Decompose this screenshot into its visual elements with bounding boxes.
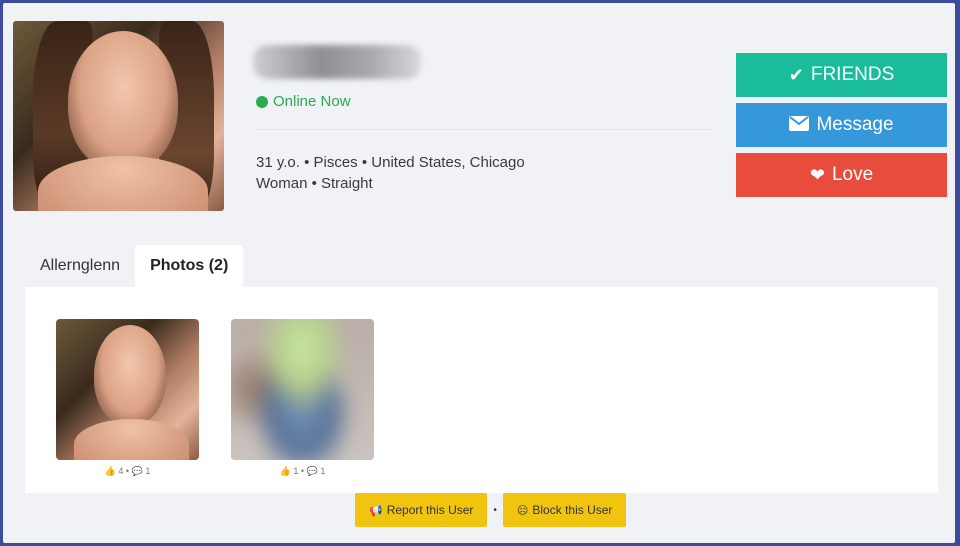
status-dot-icon	[256, 95, 268, 108]
block-user-button[interactable]: ☹ Block this User	[502, 493, 627, 527]
tab-photos[interactable]: Photos (2)	[135, 245, 244, 287]
love-button[interactable]: ❤ Love	[736, 153, 947, 197]
report-user-label: Report this User	[386, 503, 474, 517]
check-icon: ✔	[788, 64, 804, 85]
username-blurred	[253, 45, 421, 79]
block-user-label: Block this User	[532, 503, 613, 517]
action-buttons: ✔ FRIENDS Message ❤ Love	[736, 53, 947, 203]
photo-comments: 1	[320, 466, 326, 476]
message-button[interactable]: Message	[736, 103, 947, 147]
photos-panel: 👍 4 • 💬 1 👍 1 • 💬 1	[25, 287, 938, 493]
photo-likes: 4	[118, 466, 124, 476]
tab-photos-label: Photos (2)	[150, 257, 229, 274]
message-label: Message	[816, 114, 894, 135]
profile-info: 31 y.o. • Pisces • United States, Chicag…	[256, 152, 525, 194]
online-status-label: Online Now	[273, 93, 351, 110]
friends-label: FRIENDS	[810, 64, 895, 85]
profile-avatar[interactable]	[13, 21, 224, 211]
photo-thumbnail-blurred[interactable]	[231, 319, 374, 460]
photo-meta: 👍 1 • 💬 1	[231, 466, 374, 477]
footer-separator: •	[493, 504, 497, 516]
photo-face	[94, 325, 166, 425]
photo-item: 👍 1 • 💬 1	[231, 319, 374, 477]
comment-icon: 💬	[131, 466, 143, 476]
envelope-icon	[789, 115, 810, 136]
avatar-face	[68, 31, 178, 171]
profile-info-line2: Woman • Straight	[256, 175, 373, 192]
tab-about[interactable]: Allernglenn	[25, 245, 135, 287]
frown-icon: ☹	[516, 504, 529, 517]
online-status: Online Now	[256, 93, 351, 110]
photo-comments: 1	[145, 466, 151, 476]
love-label: Love	[831, 164, 874, 185]
photo-thumbnail[interactable]	[56, 319, 199, 460]
heart-icon: ❤	[809, 164, 825, 185]
photo-likes: 1	[293, 466, 299, 476]
friends-button[interactable]: ✔ FRIENDS	[736, 53, 947, 97]
meta-separator: •	[300, 466, 305, 476]
comment-icon: 💬	[306, 466, 318, 476]
photo-meta: 👍 4 • 💬 1	[56, 466, 199, 477]
photo-body	[74, 419, 189, 460]
header-divider	[256, 129, 711, 130]
thumbs-up-icon: 👍	[104, 466, 116, 476]
megaphone-icon: 📢	[369, 504, 383, 517]
report-user-button[interactable]: 📢 Report this User	[355, 493, 488, 527]
thumbs-up-icon: 👍	[279, 466, 291, 476]
profile-page: Online Now 31 y.o. • Pisces • United Sta…	[3, 3, 955, 543]
profile-tabs: Allernglenn Photos (2)	[25, 245, 244, 287]
meta-separator: •	[125, 466, 130, 476]
photo-item: 👍 4 • 💬 1	[56, 319, 199, 477]
photo-blur	[231, 319, 374, 460]
profile-info-line1: 31 y.o. • Pisces • United States, Chicag…	[256, 154, 525, 171]
footer-actions: 📢 Report this User • ☹ Block this User	[355, 493, 627, 527]
tab-about-label: Allernglenn	[40, 257, 121, 274]
